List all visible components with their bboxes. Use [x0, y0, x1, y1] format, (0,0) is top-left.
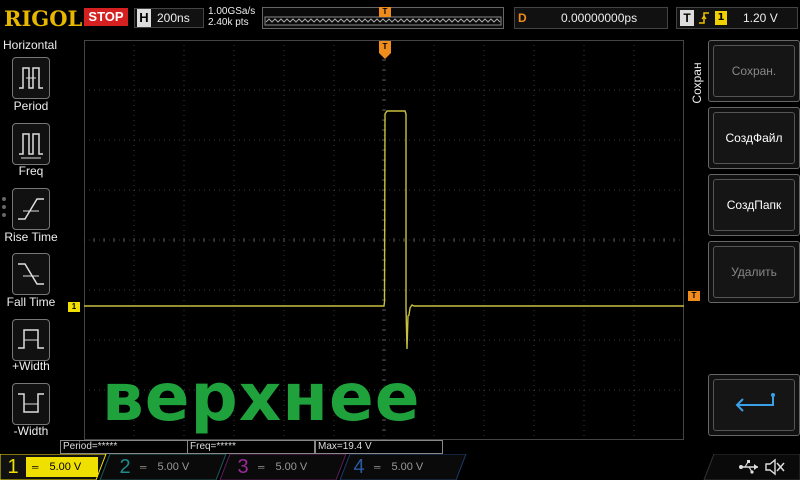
page-indicator-dot — [2, 197, 6, 201]
save-softkey-menu: Сохран Сохран. СоздФайл СоздПапк Удалить — [686, 40, 800, 444]
channel4-number[interactable]: 4 — [348, 454, 370, 480]
channel3-number[interactable]: 3 — [232, 454, 254, 480]
rise-time-icon — [18, 198, 44, 220]
horizontal-letter: H — [137, 9, 151, 27]
fall-time-label: Fall Time — [6, 295, 56, 309]
usb-icon — [739, 460, 758, 474]
channel3-scale[interactable]: ═ 5.00 V — [258, 457, 328, 477]
page-indicator-dot — [2, 213, 6, 217]
measure-sidebar: Horizontal Period Freq Rise Time Fall Ti… — [0, 37, 60, 444]
negative-width-label: -Width — [13, 424, 49, 438]
save-label: Сохран. — [731, 64, 777, 78]
positive-width-icon — [18, 329, 44, 349]
delay-value: 0.00000000ps — [561, 11, 638, 25]
dc-coupling-icon: ═ — [258, 462, 265, 472]
channel1-level-marker[interactable]: 1 — [68, 302, 80, 312]
create-file-label: СоздФайл — [725, 131, 783, 145]
create-folder-button[interactable]: СоздПапк — [708, 174, 800, 236]
measurement-freq: Freq=***** — [187, 440, 315, 454]
page-indicator-dot — [2, 205, 6, 209]
memory-depth: 2.40k pts — [208, 17, 249, 28]
measure-freq-button[interactable] — [12, 123, 50, 165]
trigger-level-value: 1.20 V — [743, 11, 778, 25]
positive-width-label: +Width — [12, 359, 50, 373]
channel1-scale[interactable]: ═ 5.00 V — [26, 457, 98, 477]
measure-rise-time-button[interactable] — [12, 188, 50, 230]
memory-trigger-marker: T — [379, 7, 391, 17]
freq-icon — [19, 133, 43, 159]
menu-title-text: Сохран — [690, 62, 704, 104]
create-file-button[interactable]: СоздФайл — [708, 107, 800, 169]
rise-time-label: Rise Time — [4, 230, 58, 244]
measure-fall-time-button[interactable] — [12, 253, 50, 295]
return-button[interactable] — [708, 374, 800, 436]
overlay-caption: верхнее — [102, 359, 421, 436]
negative-width-icon — [18, 393, 44, 413]
measure-period-button[interactable] — [12, 57, 50, 99]
fall-time-icon — [18, 263, 44, 285]
channel1-number[interactable]: 1 — [2, 454, 24, 480]
speaker-mute-icon[interactable] — [764, 458, 786, 476]
channel2-number[interactable]: 2 — [114, 454, 136, 480]
trigger-position-marker[interactable]: T — [379, 41, 391, 53]
measure-positive-width-button[interactable] — [12, 319, 50, 361]
channel2-scale[interactable]: ═ 5.00 V — [140, 457, 210, 477]
period-icon — [19, 67, 43, 89]
brand-logo: RIGOL — [4, 6, 83, 31]
channel4-scale[interactable]: ═ 5.00 V — [374, 457, 444, 477]
memory-waveform-overview[interactable]: T — [262, 7, 504, 29]
dc-coupling-icon: ═ — [374, 462, 381, 472]
sample-rate: 1.00GSa/s — [208, 6, 256, 17]
save-button[interactable]: Сохран. — [708, 40, 800, 102]
channel1-scale-value: 5.00 V — [49, 461, 82, 473]
channel-status-bar: 1 ═ 5.00 V 2 ═ 5.00 V 3 ═ 5.00 V 4 ═ 5.0… — [0, 454, 800, 480]
delete-label: Удалить — [731, 265, 777, 279]
sidebar-title: Horizontal — [2, 38, 58, 52]
dc-coupling-icon: ═ — [32, 462, 39, 472]
top-status-bar: RIGOL STOP H 200ns 1.00GSa/s 2.40k pts T… — [0, 0, 800, 36]
horizontal-timebase[interactable]: H 200ns — [134, 8, 204, 28]
trigger-display[interactable]: T 1 1.20 V — [676, 7, 798, 29]
delay-letter: D — [518, 11, 527, 25]
trigger-source: 1 — [715, 11, 727, 25]
delete-button[interactable]: Удалить — [708, 241, 800, 303]
measurement-period: Period=***** — [60, 440, 188, 454]
measure-negative-width-button[interactable] — [12, 383, 50, 425]
create-folder-label: СоздПапк — [726, 198, 782, 212]
period-label: Period — [13, 99, 49, 113]
channel2-scale-value: 5.00 V — [157, 461, 190, 473]
return-arrow-icon — [735, 393, 775, 412]
channel4-scale-value: 5.00 V — [391, 461, 424, 473]
delay-display[interactable]: D 0.00000000ps — [514, 7, 668, 29]
timebase-value: 200ns — [157, 11, 190, 25]
trigger-letter: T — [680, 10, 694, 26]
run-stop-indicator[interactable]: STOP — [84, 8, 128, 26]
rising-edge-icon — [697, 8, 711, 34]
trigger-position-pointer-icon — [379, 53, 391, 59]
channel3-scale-value: 5.00 V — [275, 461, 308, 473]
freq-label: Freq — [18, 164, 44, 178]
menu-title: Сохран — [686, 40, 706, 130]
measurement-max: Max=19.4 V — [315, 440, 443, 454]
dc-coupling-icon: ═ — [140, 462, 147, 472]
